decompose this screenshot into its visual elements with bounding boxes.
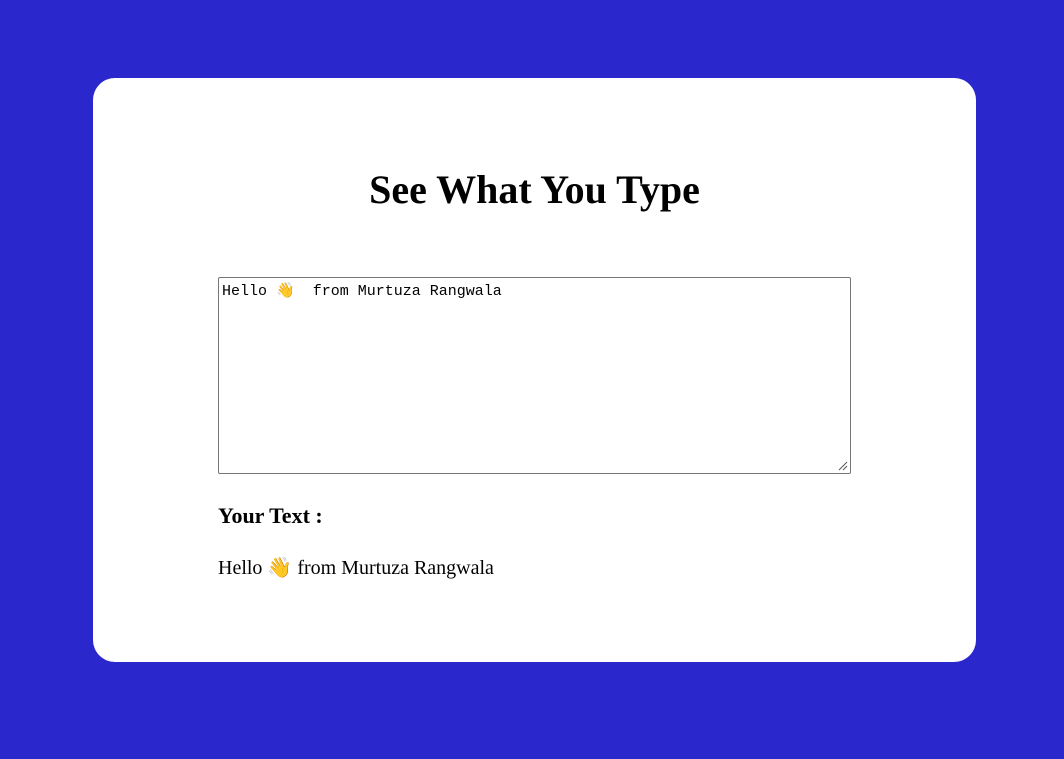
output-label: Your Text : — [218, 503, 323, 528]
resize-grip-icon[interactable] — [838, 461, 848, 471]
main-card: See What You Type Hello 👋 from Murtuza R… — [93, 78, 976, 662]
text-input[interactable]: Hello 👋 from Murtuza Rangwala — [218, 277, 851, 474]
page-title: See What You Type — [369, 167, 700, 212]
text-input-container: Hello 👋 from Murtuza Rangwala — [218, 277, 851, 474]
output-text: Hello 👋 from Murtuza Rangwala — [218, 557, 494, 579]
